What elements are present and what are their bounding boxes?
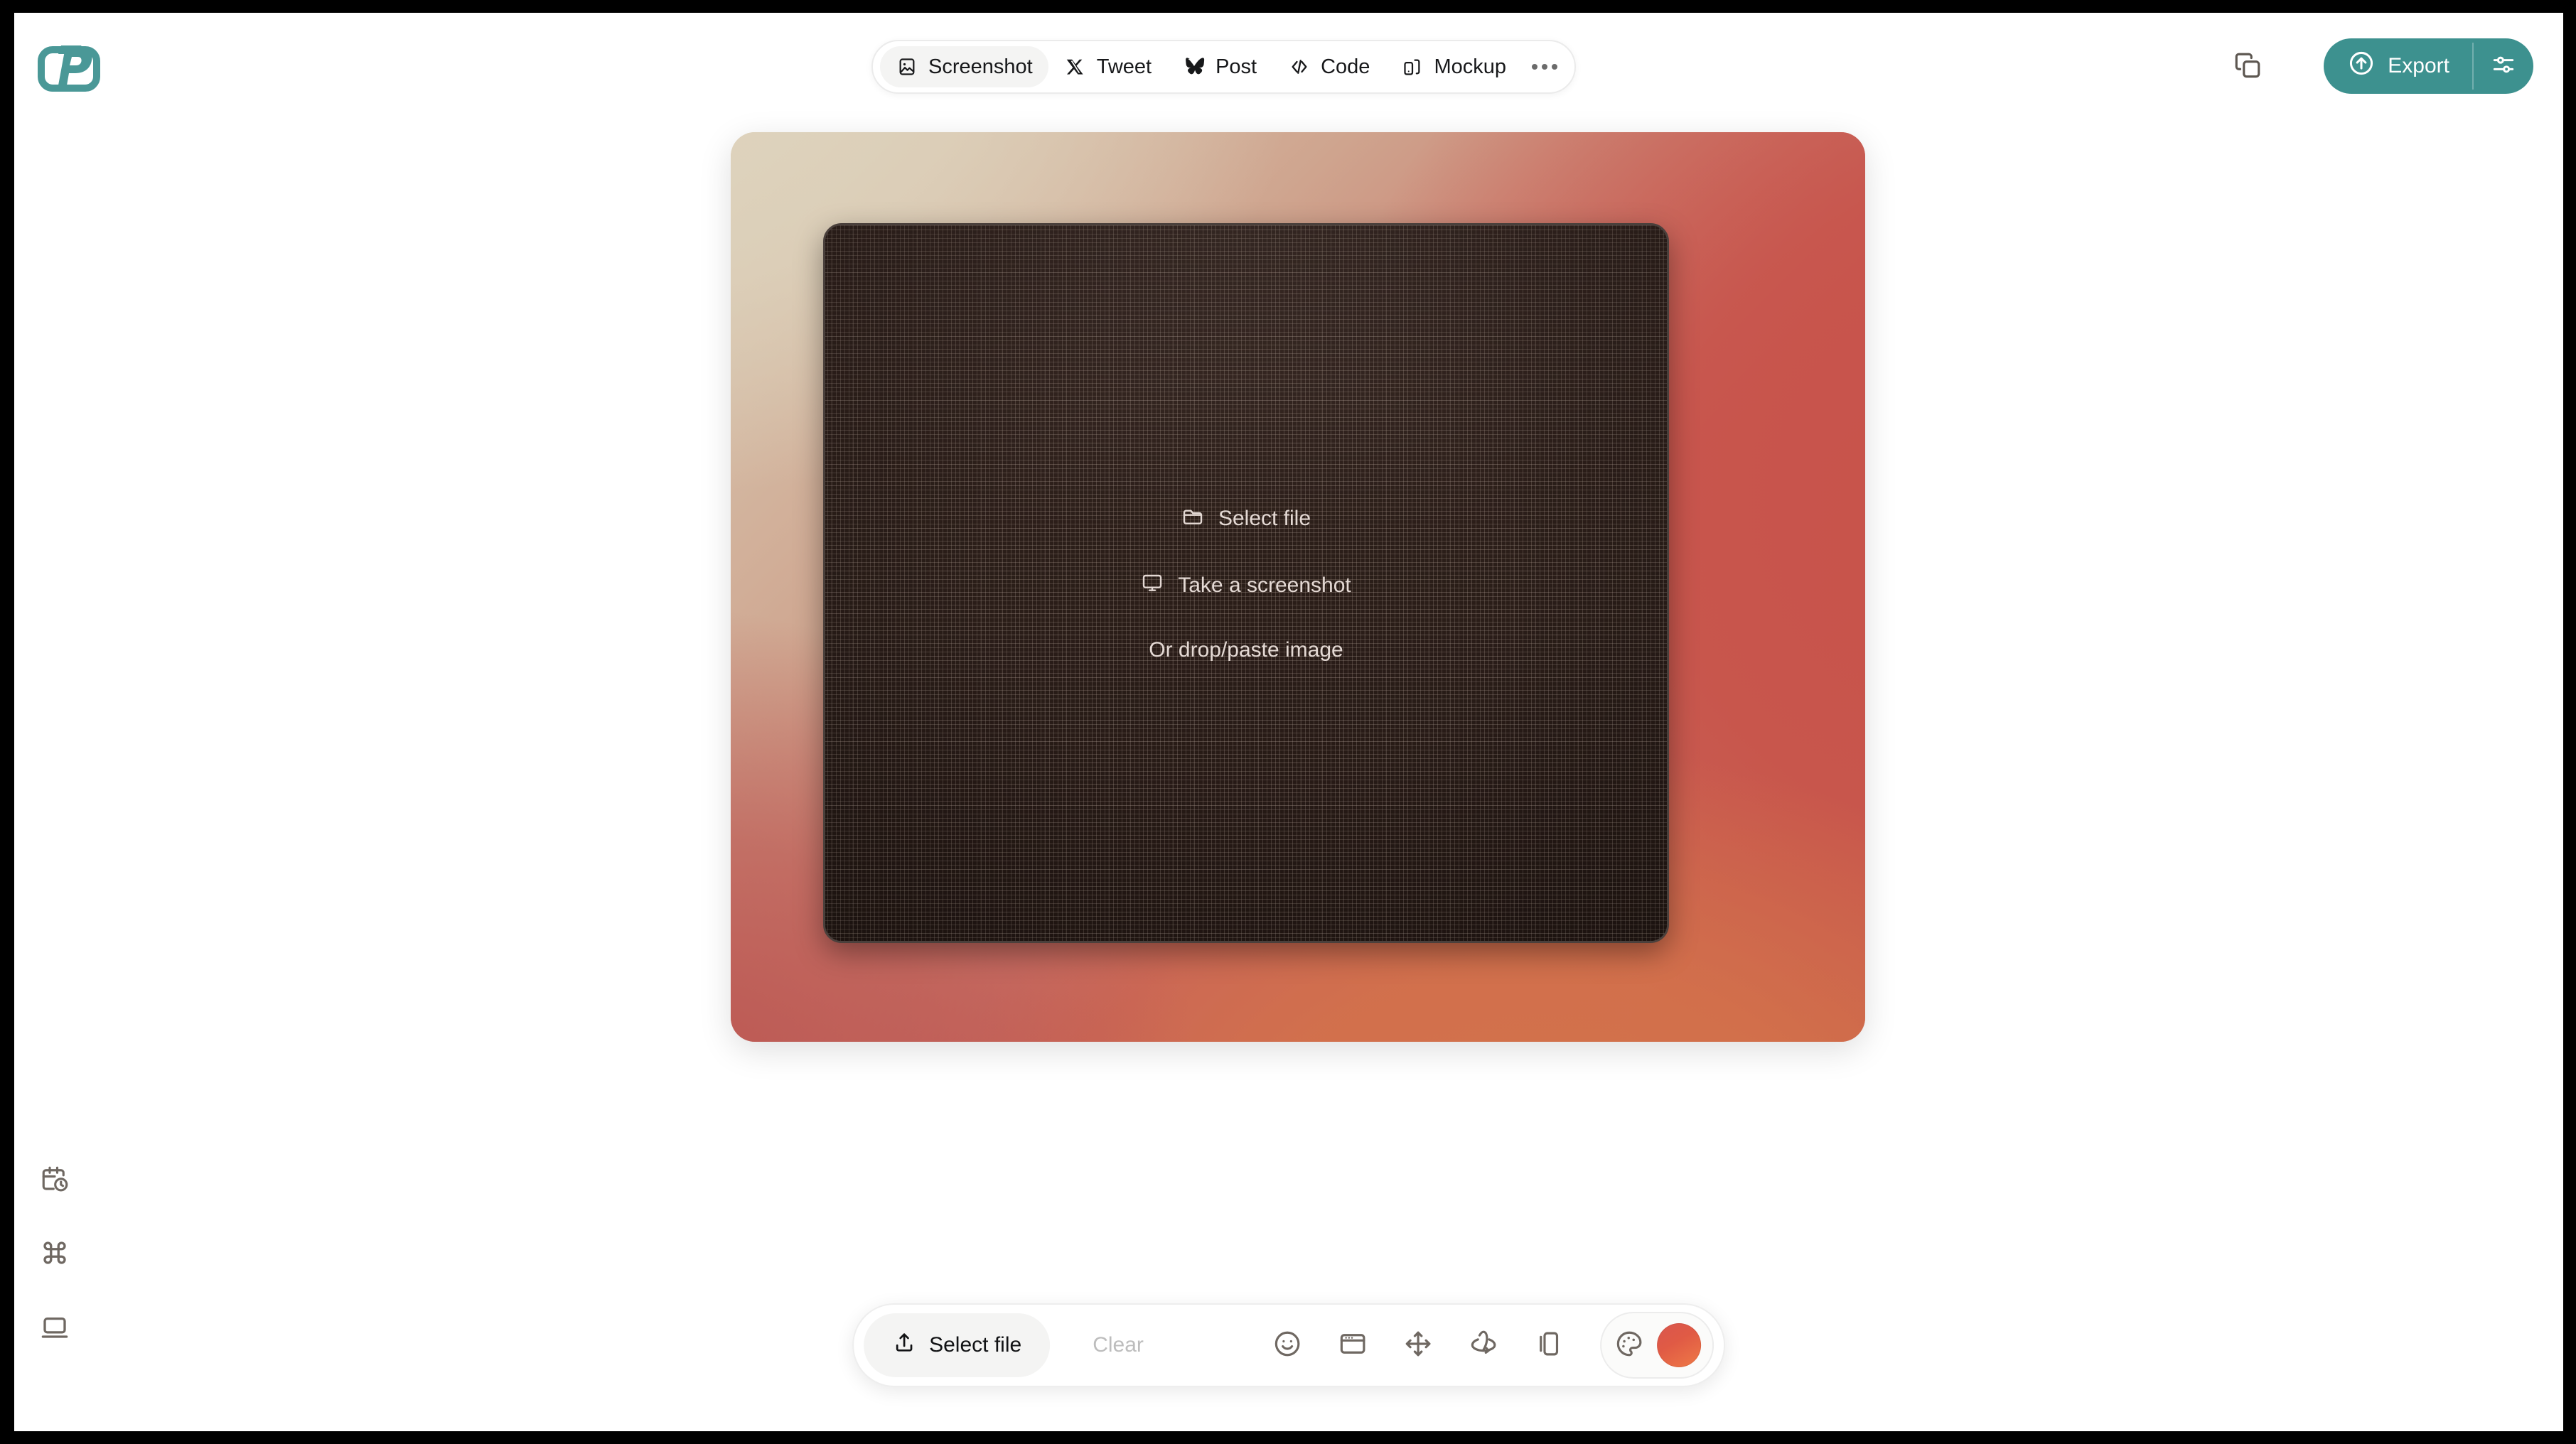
palette-icon (1614, 1329, 1644, 1362)
x-twitter-icon (1064, 55, 1087, 78)
dropzone-select-file-button[interactable]: Select file (1181, 505, 1311, 533)
dropzone[interactable]: Select file Take a screenshot Or drop/pa… (823, 223, 1669, 943)
left-rail (38, 1164, 71, 1345)
dot (1531, 64, 1537, 70)
browser-frame-icon (1338, 1329, 1368, 1362)
tab-screenshot[interactable]: Screenshot (880, 46, 1048, 87)
tab-label: Screenshot (928, 55, 1033, 78)
image-icon (896, 55, 918, 78)
laptop-icon (40, 1312, 70, 1345)
copy-icon (2233, 50, 2263, 84)
rail-item-device[interactable] (38, 1312, 71, 1345)
bluesky-butterfly-icon (1183, 55, 1206, 78)
rail-item-shortcuts[interactable] (38, 1238, 71, 1271)
export-settings-button[interactable] (2474, 38, 2533, 94)
dot (1541, 64, 1547, 70)
sliders-icon (2490, 51, 2517, 82)
dropzone-drop-hint: Or drop/paste image (1149, 638, 1343, 662)
export-label: Export (2388, 54, 2449, 77)
canvas-area: Select file Take a screenshot Or drop/pa… (731, 132, 1865, 1042)
bottom-toolbar: Select file Clear (852, 1303, 1725, 1387)
mode-tab-bar: Screenshot Tweet Post Code Mockup (871, 40, 1576, 94)
dropzone-select-file-label: Select file (1218, 506, 1311, 530)
dropzone-drop-hint-label: Or drop/paste image (1149, 637, 1343, 662)
dropzone-take-screenshot-label: Take a screenshot (1178, 573, 1351, 597)
toolbar-rotate-3d-button[interactable] (1451, 1313, 1516, 1378)
history-icon (40, 1164, 70, 1197)
upload-icon (892, 1330, 916, 1360)
emoji-icon (1272, 1329, 1302, 1362)
position-icon (1403, 1329, 1433, 1362)
export-group: Export (2324, 38, 2533, 94)
tab-label: Mockup (1434, 55, 1506, 78)
export-button[interactable]: Export (2324, 38, 2472, 94)
toolbar-emoji-button[interactable] (1255, 1313, 1320, 1378)
toolbar-duplicate-button[interactable] (1516, 1313, 1582, 1378)
monitor-icon (1141, 571, 1164, 600)
dropzone-take-screenshot-button[interactable]: Take a screenshot (1141, 571, 1351, 600)
more-options-button[interactable] (1522, 46, 1567, 87)
copy-button[interactable] (2231, 50, 2265, 84)
rotate-3d-icon (1469, 1329, 1498, 1362)
tab-label: Post (1215, 55, 1257, 78)
rail-item-history[interactable] (38, 1164, 71, 1197)
upload-circle-icon (2348, 50, 2375, 82)
tab-tweet[interactable]: Tweet (1048, 46, 1167, 87)
color-swatch[interactable] (1656, 1323, 1701, 1367)
tab-code[interactable]: Code (1272, 46, 1385, 87)
tab-label: Code (1321, 55, 1370, 78)
code-brackets-icon (1288, 55, 1311, 78)
top-bar: Screenshot Tweet Post Code Mockup Export (14, 13, 2563, 119)
toolbar-select-file-button[interactable]: Select file (864, 1313, 1051, 1377)
toolbar-position-button[interactable] (1385, 1313, 1451, 1378)
toolbar-select-file-label: Select file (929, 1333, 1022, 1357)
folder-icon (1181, 505, 1204, 533)
duplicate-icon (1534, 1329, 1564, 1362)
toolbar-clear-label: Clear (1093, 1333, 1144, 1357)
toolbar-background-color-control[interactable] (1599, 1312, 1714, 1379)
toolbar-clear-button[interactable]: Clear (1066, 1333, 1171, 1357)
tab-label: Tweet (1096, 55, 1152, 78)
app-window: Screenshot Tweet Post Code Mockup Export… (14, 13, 2563, 1431)
tab-post[interactable]: Post (1167, 46, 1272, 87)
device-mockup-icon (1401, 55, 1424, 78)
dot (1551, 64, 1557, 70)
tab-mockup[interactable]: Mockup (1385, 46, 1522, 87)
dropzone-content: Select file Take a screenshot Or drop/pa… (825, 225, 1667, 941)
command-key-icon (40, 1238, 70, 1271)
toolbar-browser-frame-button[interactable] (1320, 1313, 1385, 1378)
pika-logo[interactable] (37, 40, 101, 92)
